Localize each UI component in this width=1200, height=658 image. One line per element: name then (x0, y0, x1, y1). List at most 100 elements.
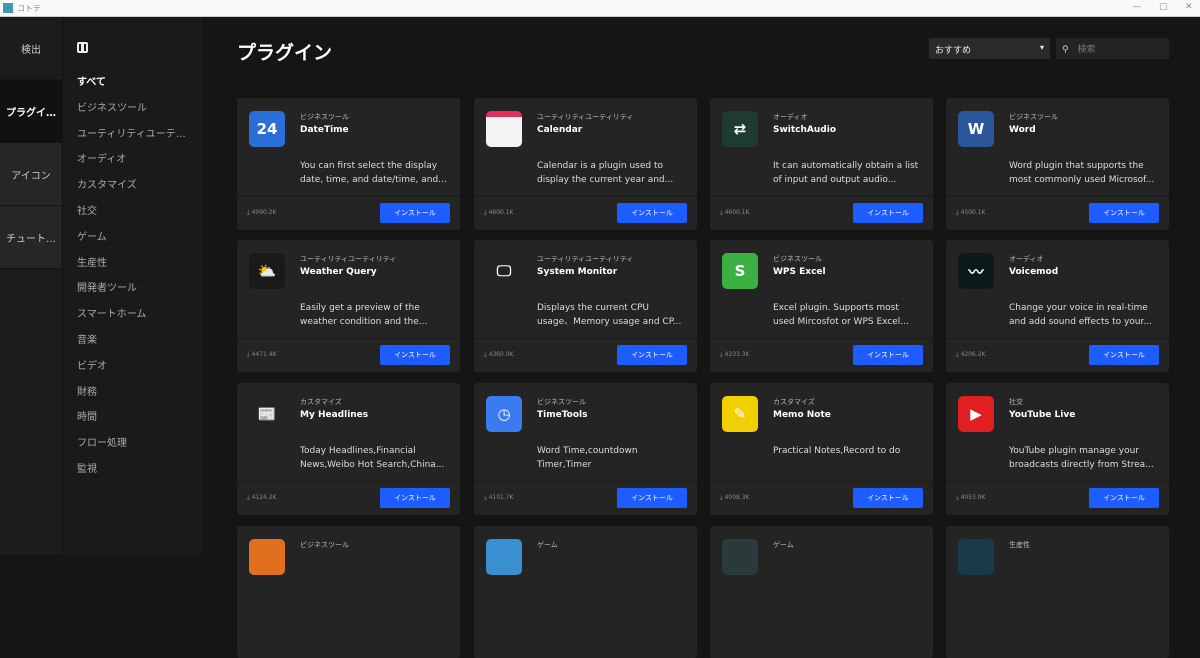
download-count: ⤓ 4206.2K (956, 351, 986, 358)
plugin-card[interactable]: ⛅ ユーティリティユーティリティ Weather Query Easily ge… (237, 240, 460, 372)
card-footer: ⤓ 4101.7K インストール (474, 481, 697, 515)
plugin-category: 社交 (1009, 398, 1023, 406)
category-item[interactable]: フロー処理 (77, 434, 197, 449)
plugin-card[interactable]: ユーティリティユーティリティ Calendar Calendar is a pl… (474, 98, 697, 230)
plugin-description: Calendar is a plugin used to display the… (537, 161, 674, 185)
plugin-card[interactable]: 〰 オーディオ Voicemod Change your voice in re… (946, 240, 1169, 372)
download-value: 4990.2K (251, 209, 277, 216)
download-count: ⤓ 4101.7K (484, 494, 514, 501)
category-item[interactable]: 社交 (77, 202, 197, 217)
install-button[interactable]: インストール (380, 488, 450, 508)
plugin-icon (249, 539, 285, 575)
plugin-description: Word Time,countdown Timer,Timer (537, 446, 638, 470)
rail-item-plugins[interactable]: プラグイ… (0, 80, 62, 143)
download-count: ⤓ 4500.1K (956, 209, 986, 216)
rail-item-discover[interactable]: 検出 (0, 17, 62, 80)
install-button[interactable]: インストール (617, 488, 687, 508)
game-character-icon (722, 539, 758, 575)
category-item[interactable]: スマートホーム (77, 305, 197, 320)
category-item[interactable]: 財務 (77, 383, 197, 398)
plugin-card[interactable]: 📰 カスタマイズ My Headlines Today Headlines,Fi… (237, 383, 460, 515)
sort-dropdown[interactable]: おすすめ ▾ (929, 38, 1050, 59)
plugin-card[interactable]: ⇄ オーディオ SwitchAudio It can automatically… (710, 98, 933, 230)
download-count: ⤓ 4471.4K (247, 351, 277, 358)
plugin-description: Easily get a preview of the weather cond… (300, 303, 428, 327)
plugin-category: ゲーム (537, 541, 558, 549)
plugin-card[interactable]: 生産性 (946, 526, 1169, 658)
download-value: 4600.1K (724, 209, 750, 216)
window-title: コトテ (17, 4, 41, 13)
download-value: 4101.7K (488, 494, 514, 501)
install-button[interactable]: インストール (380, 345, 450, 365)
install-button[interactable]: インストール (380, 203, 450, 223)
close-button[interactable]: ✕ (1185, 2, 1193, 12)
plugin-description: Today Headlines,Financial News,Weibo Hot… (300, 446, 445, 470)
plugin-card[interactable]: 24 ビジネスツール DateTime You can first select… (237, 98, 460, 230)
switch-audio-icon: ⇄ (722, 111, 758, 147)
plugin-card[interactable]: S ビジネスツール WPS Excel Excel plugin. Suppor… (710, 240, 933, 372)
category-item[interactable]: オーディオ (77, 150, 197, 165)
install-button[interactable]: インストール (1089, 488, 1159, 508)
install-button[interactable]: インストール (1089, 203, 1159, 223)
monitor-icon: 🖵 (486, 253, 522, 289)
install-button[interactable]: インストール (617, 203, 687, 223)
install-button[interactable]: インストール (853, 488, 923, 508)
plugin-category: ビジネスツール (300, 113, 349, 121)
plugin-card[interactable]: ビジネスツール (237, 526, 460, 658)
plugin-card[interactable]: W ビジネスツール Word Word plugin that supports… (946, 98, 1169, 230)
plugin-category: ユーティリティユーティリティ (537, 113, 634, 121)
category-item[interactable]: ゲーム (77, 228, 197, 243)
category-item[interactable]: すべて (77, 73, 197, 88)
plugin-name: Weather Query (300, 267, 377, 277)
maximize-button[interactable]: ▢ (1159, 2, 1168, 12)
category-item[interactable]: ユーティリティユーテ… (77, 125, 197, 140)
install-button[interactable]: インストール (617, 345, 687, 365)
download-count: ⤓ 4600.1K (484, 209, 514, 216)
rail-item-icons[interactable]: アイコン (0, 143, 62, 206)
category-item[interactable]: カスタマイズ (77, 176, 197, 191)
category-item[interactable]: 時間 (77, 408, 197, 423)
search-input[interactable]: ⚲ 検索 (1056, 38, 1169, 59)
plugin-category: カスタマイズ (773, 398, 815, 406)
card-footer: ⤓ 4600.1K インストール (710, 196, 933, 230)
card-footer: ⤓ 4990.2K インストール (237, 196, 460, 230)
plugin-description: It can automatically obtain a list of in… (773, 161, 919, 185)
rail-item-tutorials[interactable]: チュート… (0, 206, 62, 269)
category-item[interactable]: ビデオ (77, 357, 197, 372)
calendar-icon (486, 111, 522, 147)
minimize-button[interactable]: — (1132, 2, 1141, 12)
category-item[interactable]: 生産性 (77, 254, 197, 269)
plugin-name: WPS Excel (773, 267, 826, 277)
download-value: 4471.4K (251, 351, 277, 358)
search-placeholder: 検索 (1077, 45, 1096, 55)
plugin-card[interactable]: ◷ ビジネスツール TimeTools Word Time,countdown … (474, 383, 697, 515)
plugin-name: System Monitor (537, 267, 618, 277)
sort-value: おすすめ (935, 46, 972, 56)
plugin-card[interactable]: ✎ カスタマイズ Memo Note Practical Notes,Recor… (710, 383, 933, 515)
plugin-card[interactable]: ▶ 社交 YouTube Live YouTube plugin manage … (946, 383, 1169, 515)
category-item[interactable]: 音楽 (77, 331, 197, 346)
install-button[interactable]: インストール (853, 345, 923, 365)
weather-icon: ⛅ (249, 253, 285, 289)
page-title: プラグイン (237, 42, 333, 64)
download-value: 4600.1K (488, 209, 514, 216)
category-item[interactable]: 開発者ツール (77, 279, 197, 294)
plugin-card[interactable]: 🖵 ユーティリティユーティリティ System Monitor Displays… (474, 240, 697, 372)
productivity-icon (958, 539, 994, 575)
plugin-description: Word plugin that supports the most commo… (1009, 161, 1155, 185)
collapse-panel-icon[interactable] (77, 42, 88, 53)
newspaper-icon: 📰 (249, 396, 285, 432)
card-footer: ⤓ 4360.0K インストール (474, 338, 697, 372)
category-item[interactable]: ビジネスツール (77, 99, 197, 114)
card-footer: ⤓ 4124.2K インストール (237, 481, 460, 515)
plugin-category: オーディオ (1009, 255, 1044, 263)
install-button[interactable]: インストール (1089, 345, 1159, 365)
plugin-card[interactable]: ゲーム (474, 526, 697, 658)
plugin-name: Calendar (537, 125, 583, 135)
plugin-card[interactable]: ゲーム (710, 526, 933, 658)
category-item[interactable]: 監視 (77, 460, 197, 475)
category-panel: すべてビジネスツール ユーティリティユーテ… オーディオカスタマイズ 社交ゲーム生産性… (63, 17, 203, 555)
card-footer: ⤓ 4233.3K インストール (710, 338, 933, 372)
voicemod-icon: 〰 (958, 253, 994, 289)
install-button[interactable]: インストール (853, 203, 923, 223)
